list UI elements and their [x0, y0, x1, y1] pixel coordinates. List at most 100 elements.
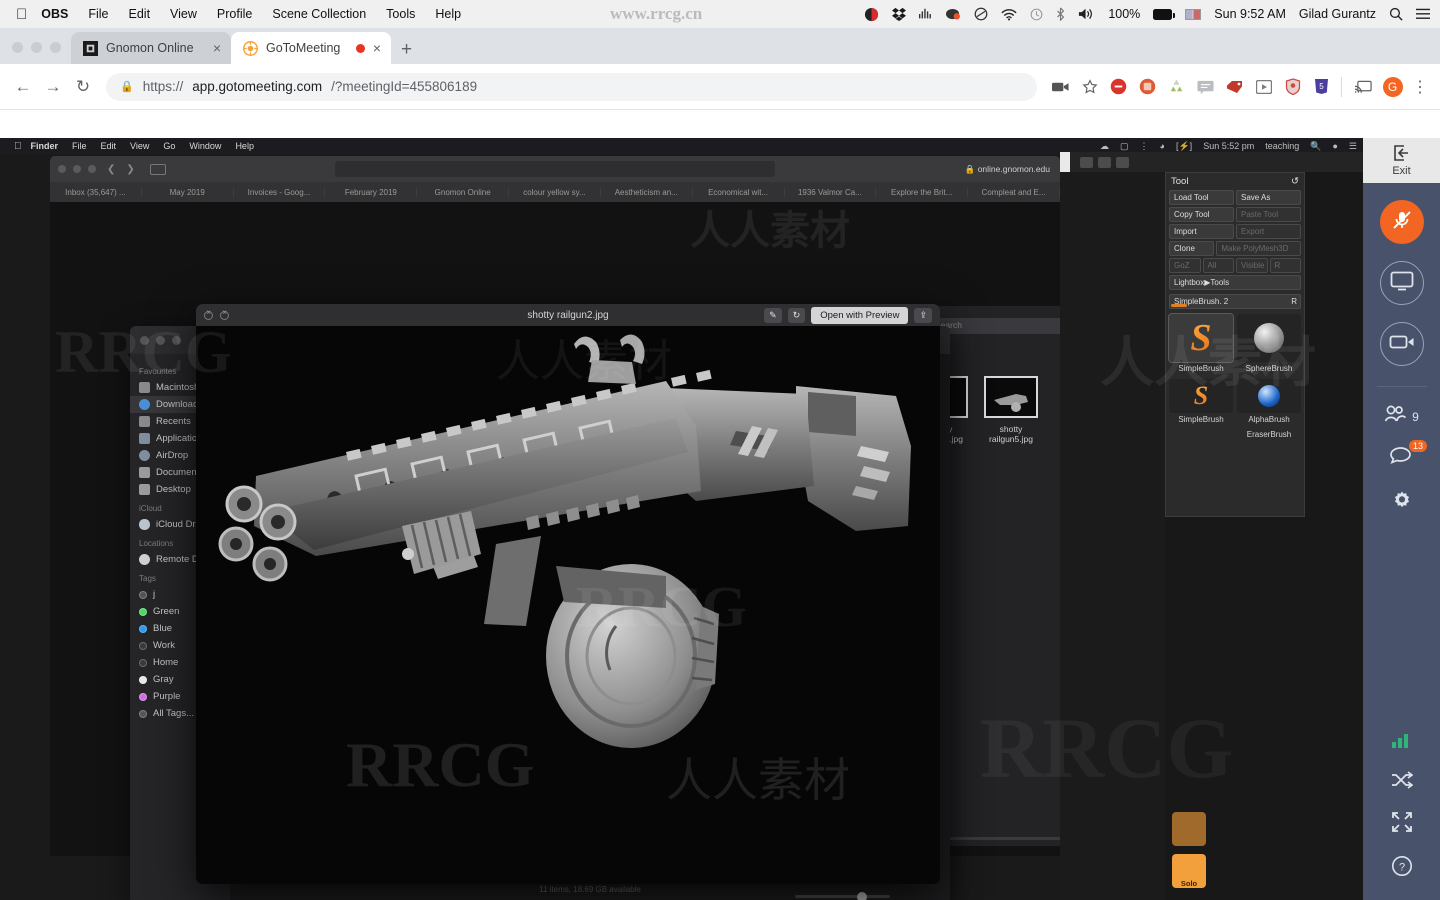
fullscreen-button[interactable] [1363, 812, 1440, 837]
inner-menu-help[interactable]: Help [235, 141, 254, 151]
back-arrow-icon[interactable]: ← [8, 77, 38, 97]
honey-icon[interactable] [1134, 73, 1161, 100]
menu-profile[interactable]: Profile [217, 7, 252, 21]
zbrush-solo-button[interactable]: Solo [1172, 854, 1206, 888]
tab-close-button[interactable]: × [373, 41, 381, 55]
menu-tools[interactable]: Tools [386, 7, 415, 21]
menu-view[interactable]: View [170, 7, 197, 21]
inner-menu-go[interactable]: Go [163, 141, 175, 151]
user-name[interactable]: Gilad Gurantz [1299, 7, 1376, 21]
bookmark-item[interactable]: Aestheticism an... [601, 187, 693, 197]
clone-button[interactable]: Clone [1169, 241, 1215, 256]
cloud-app-icon[interactable] [946, 7, 961, 21]
brush-spherebrush[interactable]: SphereBrush [1237, 314, 1301, 373]
menu-edit[interactable]: Edit [129, 7, 151, 21]
inner-airplay-icon[interactable]: ▢ [1120, 141, 1129, 152]
settings-button[interactable] [1363, 489, 1440, 518]
screen-share-toggle[interactable] [1379, 261, 1424, 305]
close-window-button[interactable] [12, 42, 23, 53]
inner-cloud-icon[interactable]: ☁ [1100, 141, 1109, 152]
bookmark-item[interactable]: May 2019 [142, 187, 234, 197]
spotlight-search-icon[interactable] [1389, 7, 1403, 21]
attendees-button[interactable]: 9 [1363, 405, 1440, 428]
apple-icon[interactable]:  [14, 141, 22, 152]
dropbox-icon[interactable] [892, 7, 907, 21]
camera-icon[interactable] [1047, 73, 1074, 100]
adblock-icon[interactable] [1105, 73, 1132, 100]
forward-arrow-icon[interactable]: → [38, 77, 68, 97]
do-not-disturb-icon[interactable] [974, 7, 988, 21]
tab-gotomeeting[interactable]: GoToMeeting × [231, 32, 391, 64]
zbrush-nav-left-icon[interactable] [1080, 156, 1093, 168]
zbrush-nav-right-icon[interactable] [1098, 156, 1111, 168]
rotate-icon[interactable]: ↻ [787, 307, 806, 323]
load-tool-button[interactable]: Load Tool [1169, 190, 1234, 205]
clock-datetime[interactable]: Sun 9:52 AM [1214, 7, 1286, 21]
notification-center-icon[interactable] [1416, 8, 1430, 20]
safari-minimize-button[interactable] [73, 165, 81, 173]
safari-maximize-button[interactable] [88, 165, 96, 173]
bookmark-item[interactable]: Invoices - Goog... [234, 187, 326, 197]
wifi-icon[interactable] [1001, 8, 1017, 21]
safari-back-icon[interactable]: ❮ [107, 164, 115, 175]
comment-icon[interactable] [1192, 73, 1219, 100]
menu-scene-collection[interactable]: Scene Collection [272, 7, 366, 21]
recycle-icon[interactable] [1163, 73, 1190, 100]
zbrush-transp-button[interactable] [1172, 812, 1206, 846]
inner-menu-file[interactable]: File [72, 141, 87, 151]
inner-menu-view[interactable]: View [130, 141, 149, 151]
zbrush-lock-icon[interactable] [1116, 156, 1129, 168]
menu-help[interactable]: Help [435, 7, 461, 21]
bookmark-item[interactable]: Economical wit... [693, 187, 785, 197]
new-tab-button[interactable]: + [401, 40, 412, 59]
sidebar-icon[interactable] [149, 163, 166, 175]
bookmark-item[interactable]: colour yellow sy... [509, 187, 601, 197]
inner-battery-icon[interactable]: [⚡] [1176, 141, 1192, 152]
lightbox-tools-button[interactable]: Lightbox▶Tools [1169, 275, 1301, 290]
reset-icon[interactable]: ↺ [1291, 176, 1299, 187]
inner-menu-edit[interactable]: Edit [101, 141, 117, 151]
mic-mute-toggle[interactable] [1379, 200, 1424, 244]
bookmark-item[interactable]: Explore the Brit... [876, 187, 969, 197]
battery-icon[interactable] [1153, 8, 1175, 20]
address-bar[interactable]: 🔒 https:// app.gotomeeting.com /?meetingId… [106, 72, 1037, 101]
brush-alphabrush[interactable]: AlphaBrush [1237, 379, 1301, 424]
exit-button[interactable]: Exit [1363, 138, 1440, 183]
inner-menu-finder[interactable]: Finder [31, 141, 59, 151]
maximize-window-button[interactable] [50, 42, 61, 53]
profile-avatar[interactable]: G [1379, 73, 1406, 100]
copy-tool-button[interactable]: Copy Tool [1169, 207, 1234, 222]
zbrush-tool-panel[interactable]: Tool ↺ Load Tool Save As Copy Tool Paste… [1165, 172, 1305, 517]
safari-address-field[interactable] [335, 161, 775, 177]
tab-close-button[interactable]: × [213, 41, 221, 55]
tab-gnomon-online[interactable]: Gnomon Online × [71, 32, 231, 64]
camera-toggle[interactable] [1379, 322, 1424, 366]
r-toggle-label[interactable]: R [1291, 297, 1297, 306]
input-source-flag-icon[interactable] [1185, 8, 1202, 20]
inner-grid-icon[interactable]: ⋮ [1140, 141, 1149, 152]
finder-minimize-button[interactable] [156, 335, 165, 345]
kebab-menu-icon[interactable]: ⋮ [1412, 77, 1428, 97]
file-item[interactable]: shotty railgun5.jpg [970, 376, 1052, 444]
open-with-preview-button[interactable]: Open with Preview [811, 306, 909, 324]
cast-icon[interactable] [1350, 73, 1377, 100]
bookmark-star-icon[interactable] [1076, 73, 1103, 100]
bookmark-item[interactable]: Compleat and E... [968, 187, 1060, 197]
volume-icon[interactable] [1078, 7, 1095, 21]
brush-simplebrush-small[interactable]: S SimpleBrush [1169, 379, 1233, 424]
shuffle-layout-button[interactable] [1363, 771, 1440, 794]
connection-quality[interactable] [1363, 733, 1440, 753]
grid-status-icon[interactable] [919, 8, 933, 20]
inner-clock[interactable]: Sun 5:52 pm [1203, 141, 1254, 151]
bookmark-item[interactable]: 1936 Valmor Ca... [785, 187, 877, 197]
inner-search-icon[interactable]: 🔍 [1310, 141, 1321, 152]
finder-maximize-button[interactable] [172, 335, 181, 345]
markup-icon[interactable]: ✎ [764, 307, 782, 323]
share-icon[interactable]: ⇪ [914, 307, 932, 323]
bookmark-item[interactable]: Inbox (35,647) ... [50, 187, 142, 197]
finder-icon-size-slider[interactable] [795, 891, 890, 900]
tag-icon[interactable] [1221, 73, 1248, 100]
help-button[interactable]: ? [1363, 855, 1440, 882]
apple-icon[interactable]:  [16, 7, 27, 22]
bookmark-item[interactable]: February 2019 [325, 187, 418, 197]
